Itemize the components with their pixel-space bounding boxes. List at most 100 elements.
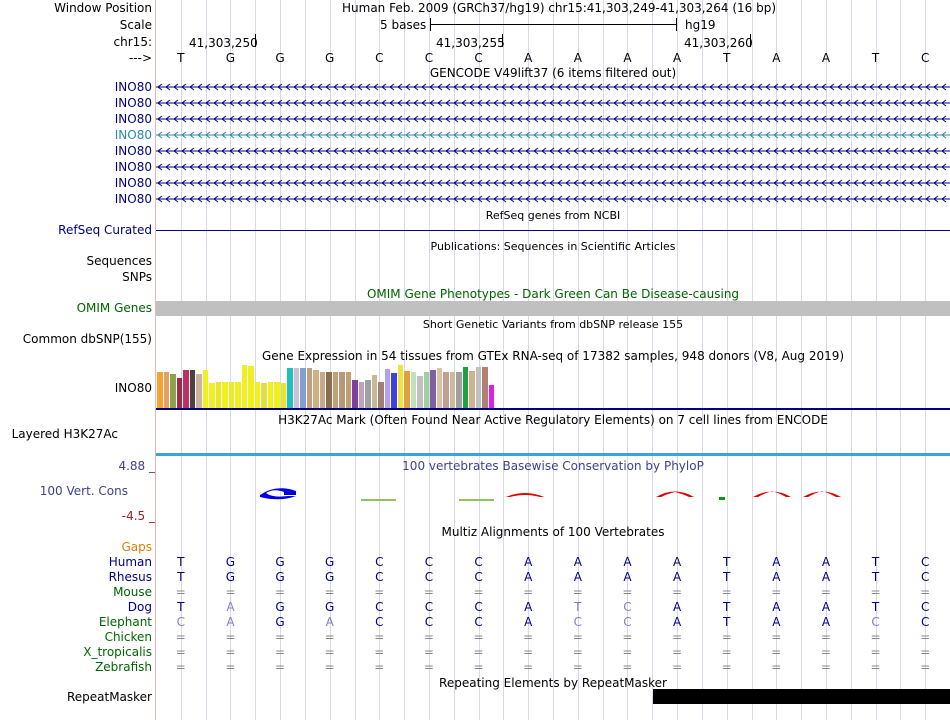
gtex-tissue-bar[interactable] (449, 372, 455, 408)
species-chicken-label[interactable]: Chicken (105, 630, 152, 644)
gtex-tissue-bar[interactable] (456, 372, 462, 408)
refseq-label[interactable]: RefSeq Curated (58, 223, 152, 237)
alignment-base: C (920, 615, 930, 629)
gtex-label[interactable]: INO80 (115, 381, 152, 395)
gtex-tissue-bar[interactable] (358, 382, 364, 408)
gtex-tissue-bar[interactable] (345, 372, 351, 408)
gtex-tissue-bar[interactable] (410, 372, 416, 408)
track-image[interactable]: Human Feb. 2009 (GRCh37/hg19) chr15:41,3… (156, 0, 950, 720)
gtex-tissue-bar[interactable] (404, 371, 410, 408)
gtex-tissue-bar[interactable] (222, 382, 228, 408)
gtex-tissue-bar[interactable] (397, 365, 403, 408)
gencode-label-7[interactable]: INO80 (115, 176, 152, 190)
gtex-tissue-bar[interactable] (306, 368, 312, 408)
gtex-tissue-bar[interactable] (378, 382, 384, 408)
gtex-tissue-bar[interactable] (274, 382, 280, 408)
gtex-tissue-bar[interactable] (228, 382, 234, 408)
alignment-base: = (175, 660, 186, 674)
gtex-tissue-bar[interactable] (163, 372, 169, 408)
gtex-tissue-bar[interactable] (391, 373, 397, 408)
phylop-logo[interactable] (156, 482, 950, 502)
gencode-transcript-line[interactable] (156, 147, 950, 155)
gtex-tissue-bar[interactable] (215, 382, 221, 408)
base-letter: A (772, 51, 781, 65)
species-mouse-label[interactable]: Mouse (113, 585, 152, 599)
h3k27ac-signal[interactable] (156, 453, 950, 456)
gencode-transcript-line[interactable] (156, 131, 950, 139)
gtex-tissue-bar[interactable] (319, 372, 325, 408)
sequences-label[interactable]: Sequences (87, 254, 152, 268)
gtex-tissue-bar[interactable] (417, 376, 423, 408)
species-elephant-label[interactable]: Elephant (99, 615, 152, 629)
gencode-transcript-line[interactable] (156, 179, 950, 187)
gtex-tissue-bar[interactable] (384, 369, 390, 408)
alignment-base: A (672, 615, 682, 629)
gtex-tissue-bar[interactable] (365, 380, 371, 408)
gencode-label-6[interactable]: INO80 (115, 160, 152, 174)
gtex-tissue-bar[interactable] (248, 366, 254, 408)
gencode-transcript-line[interactable] (156, 115, 950, 123)
species-xtropicalis-label[interactable]: X_tropicalis (83, 645, 152, 659)
dbsnp-label[interactable]: Common dbSNP(155) (23, 332, 152, 346)
omim-gene-bar[interactable] (156, 301, 950, 316)
species-zebrafish-label[interactable]: Zebrafish (95, 660, 152, 674)
gtex-tissue-bar[interactable] (176, 378, 182, 408)
gencode-label-8[interactable]: INO80 (115, 192, 152, 206)
gtex-tissue-bar[interactable] (488, 385, 494, 408)
repeatmasker-element[interactable] (653, 689, 950, 704)
gtex-tissue-bar[interactable] (170, 374, 176, 408)
gtex-tissue-bar[interactable] (202, 370, 208, 408)
gencode-transcript-line[interactable] (156, 83, 950, 91)
gencode-transcript-line[interactable] (156, 195, 950, 203)
gtex-tissue-bar[interactable] (293, 368, 299, 408)
gtex-tissue-bar[interactable] (300, 368, 306, 408)
position-tick-2 (502, 34, 503, 47)
gencode-transcript-line[interactable] (156, 99, 950, 107)
gtex-tissue-bar[interactable] (254, 382, 260, 408)
gtex-tissue-bar[interactable] (326, 372, 332, 408)
gtex-tissue-bar[interactable] (196, 374, 202, 408)
species-rhesus-label[interactable]: Rhesus (109, 570, 152, 584)
gtex-tissue-bar[interactable] (436, 368, 442, 408)
phylop-label[interactable]: 100 Vert. Cons (40, 484, 128, 498)
gtex-tissue-bar[interactable] (261, 383, 267, 408)
gencode-transcript-line[interactable] (156, 163, 950, 171)
gtex-tissue-bar[interactable] (157, 372, 163, 408)
gtex-tissue-bar[interactable] (209, 383, 215, 408)
gtex-tissue-bar[interactable] (189, 370, 195, 408)
gtex-tissue-bar[interactable] (371, 375, 377, 408)
alignment-base: = (324, 660, 335, 674)
snps-label[interactable]: SNPs (122, 270, 152, 284)
gencode-label-5[interactable]: INO80 (115, 144, 152, 158)
alignment-base: = (870, 630, 881, 644)
gencode-label-3[interactable]: INO80 (115, 112, 152, 126)
gtex-tissue-bar[interactable] (482, 367, 488, 408)
gencode-label-4[interactable]: INO80 (115, 128, 152, 142)
gtex-tissue-bar[interactable] (469, 371, 475, 408)
gtex-tissue-bar[interactable] (235, 382, 241, 408)
gtex-tissue-bar[interactable] (287, 368, 293, 408)
gtex-tissue-bar[interactable] (241, 365, 247, 408)
gtex-tissue-bar[interactable] (313, 370, 319, 408)
h3k27ac-label[interactable]: Layered H3K27Ac (12, 427, 118, 441)
repeatmasker-label[interactable]: RepeatMasker (67, 690, 152, 704)
species-human-label[interactable]: Human (109, 555, 152, 569)
alignment-base: G (225, 555, 236, 569)
gtex-tissue-bar[interactable] (332, 372, 338, 408)
gtex-tissue-bar[interactable] (183, 370, 189, 408)
gtex-tissue-bar[interactable] (475, 367, 481, 408)
refseq-gene-line[interactable] (156, 230, 950, 231)
gtex-tissue-bar[interactable] (443, 372, 449, 408)
omim-label[interactable]: OMIM Genes (77, 301, 152, 315)
gencode-label-1[interactable]: INO80 (115, 80, 152, 94)
gtex-tissue-bar[interactable] (280, 383, 286, 408)
gtex-tissue-bar[interactable] (267, 382, 273, 408)
gtex-tissue-bar[interactable] (462, 367, 468, 408)
gtex-tissue-bar[interactable] (423, 372, 429, 408)
browser-title: Human Feb. 2009 (GRCh37/hg19) chr15:41,3… (342, 1, 777, 15)
gtex-tissue-bar[interactable] (352, 380, 358, 408)
gencode-label-2[interactable]: INO80 (115, 96, 152, 110)
gtex-tissue-bar[interactable] (430, 370, 436, 408)
gtex-tissue-bar[interactable] (339, 372, 345, 408)
species-dog-label[interactable]: Dog (128, 600, 152, 614)
